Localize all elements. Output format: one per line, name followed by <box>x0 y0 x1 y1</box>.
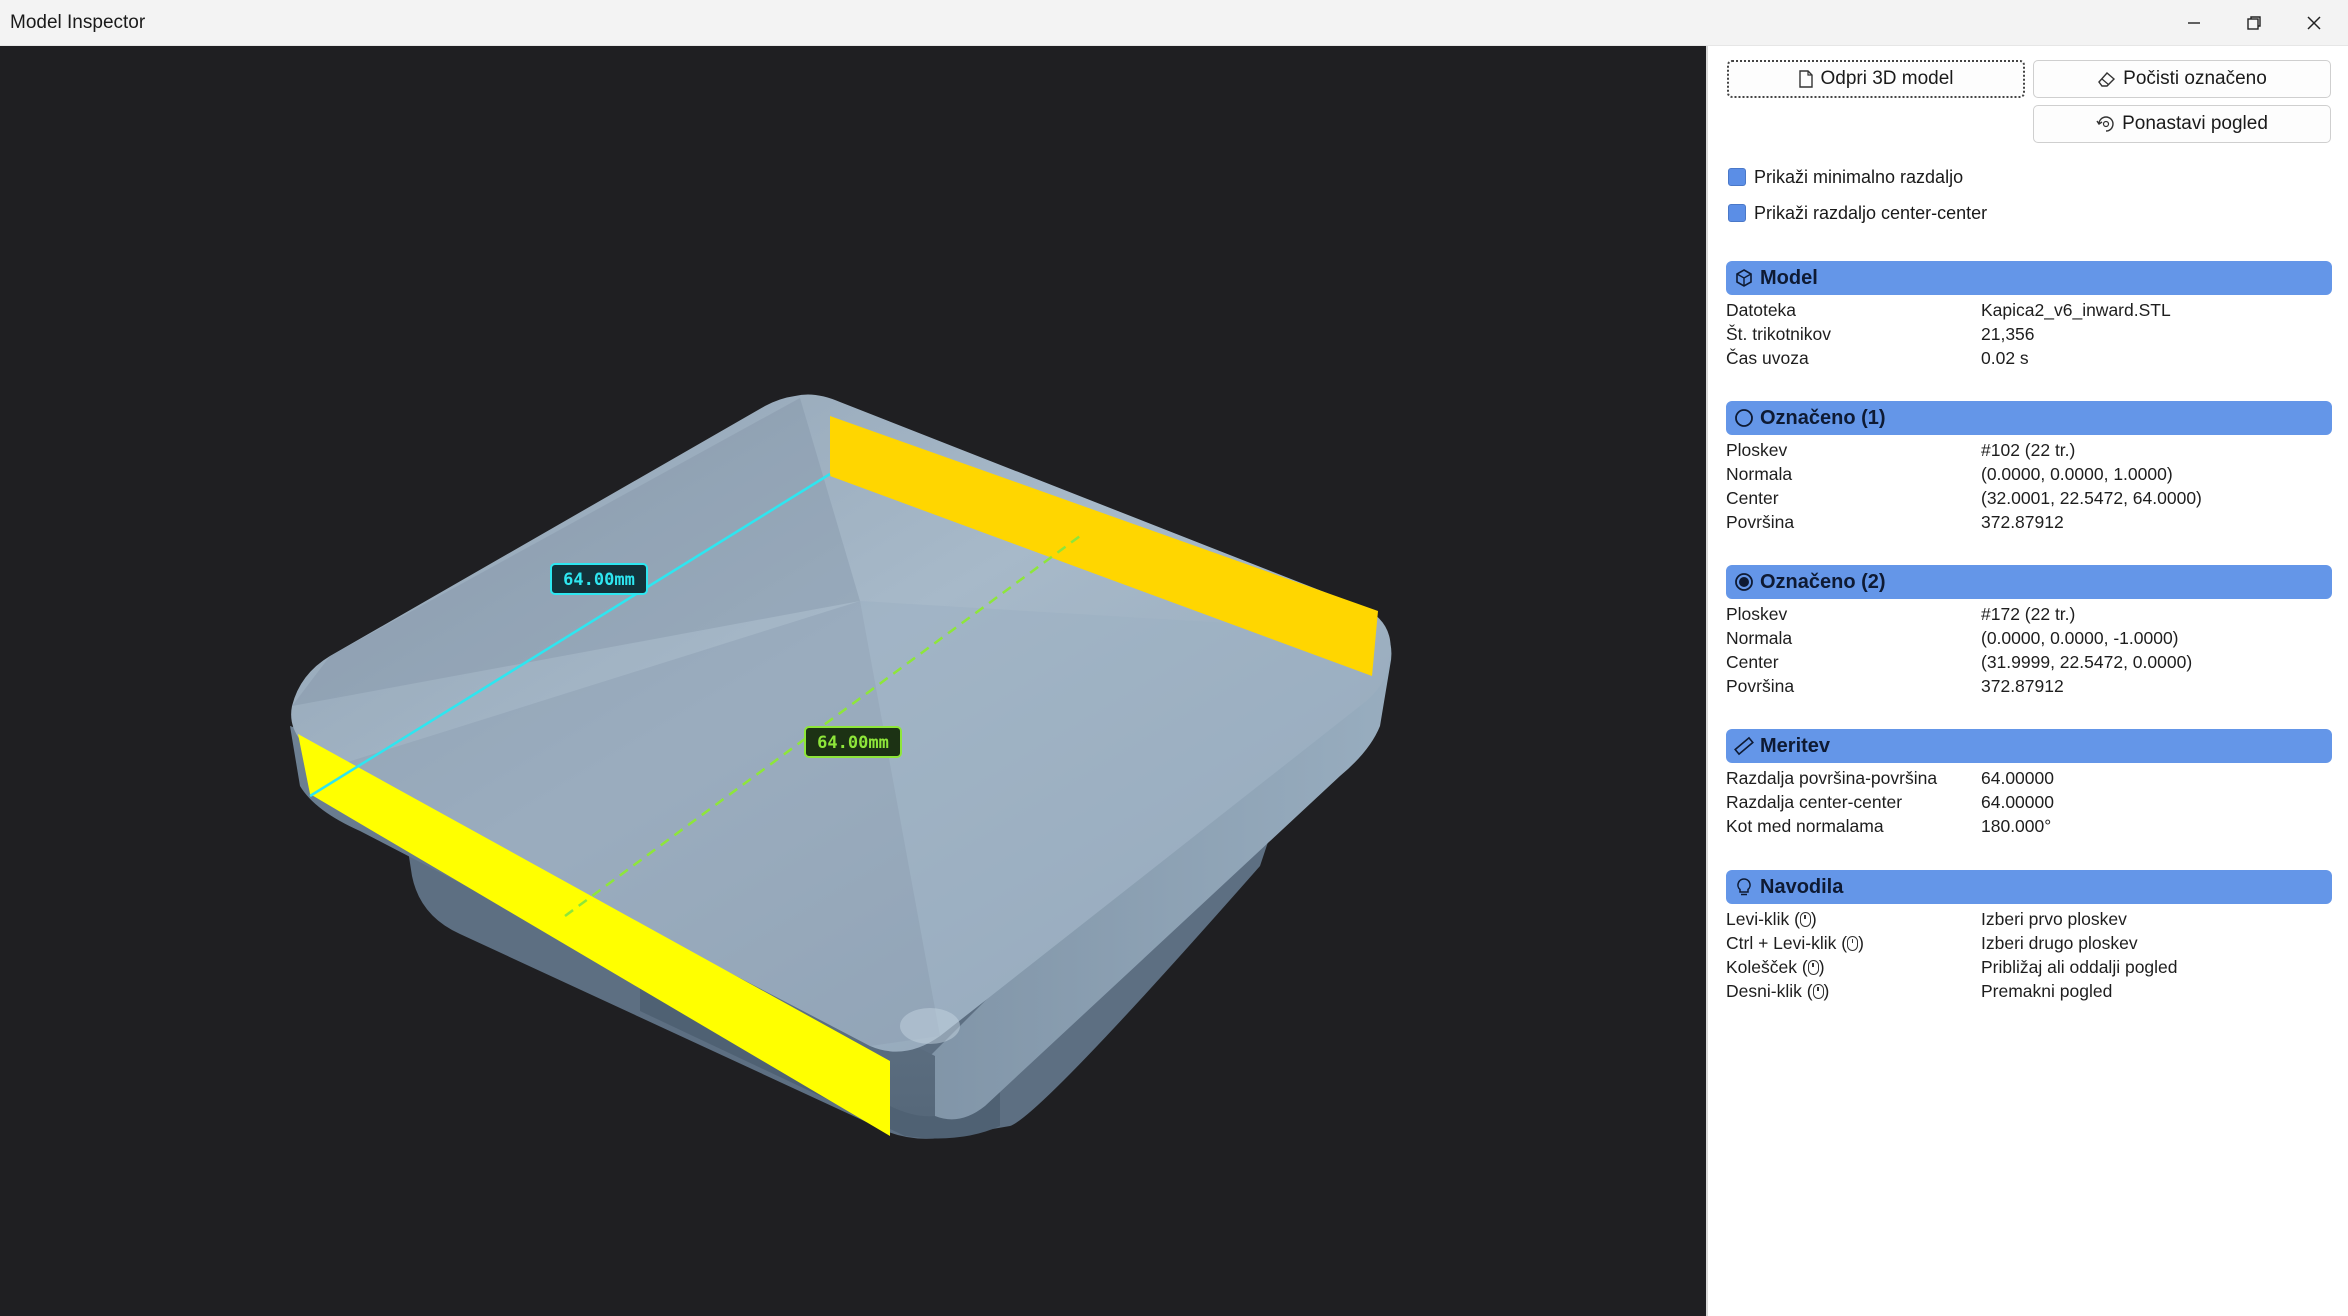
svg-text:64.00mm: 64.00mm <box>817 733 889 753</box>
lightbulb-icon <box>1737 878 1751 896</box>
selected2-row-area: Površina 372.87912 <box>1726 676 2064 696</box>
model-render[interactable]: 64.00mm 64.00mm <box>0 46 1706 1316</box>
mouse-icon <box>1807 960 1819 975</box>
minimize-button[interactable] <box>2164 0 2224 45</box>
help-section-header: Navodila <box>1726 870 2332 904</box>
clear-selection-button[interactable]: Počisti označeno <box>2033 60 2331 98</box>
center-distance-checkbox[interactable] <box>1728 204 1746 222</box>
min-distance-toggle[interactable]: Prikaži minimalno razdaljo <box>1728 164 1963 190</box>
eraser-icon <box>2098 72 2116 87</box>
help-row-left-click: Levi-klik () Izberi prvo ploskev <box>1726 909 2127 929</box>
surface-distance-label: 64.00mm <box>550 563 648 595</box>
circle-outline-icon <box>1735 409 1753 427</box>
min-distance-label: Prikaži minimalno razdaljo <box>1754 166 1964 187</box>
center-distance-toggle[interactable]: Prikaži razdaljo center-center <box>1728 200 1987 226</box>
reset-view-label: Ponastavi pogled <box>2122 113 2268 134</box>
minimize-icon <box>2188 21 2200 24</box>
cube-icon <box>1736 269 1752 287</box>
measure-row-angle: Kot med normalama 180.000° <box>1726 816 2052 836</box>
selected2-row-face: Ploskev #172 (22 tr.) <box>1726 604 2076 624</box>
model-row-file: Datoteka Kapica2_v6_inward.STL <box>1726 300 2171 320</box>
model-row-import-time: Čas uvoza 0.02 s <box>1726 348 2029 368</box>
title-bar: Model Inspector <box>0 0 2348 46</box>
selected1-row-face: Ploskev #102 (22 tr.) <box>1726 440 2076 460</box>
restore-button[interactable] <box>2224 0 2284 45</box>
camera-reset-icon <box>2096 116 2114 132</box>
clear-selection-label: Počisti označeno <box>2123 68 2267 89</box>
mouse-icon <box>1812 984 1824 999</box>
open-model-button[interactable]: Odpri 3D model <box>1727 60 2025 98</box>
measure-row-center: Razdalja center-center 64.00000 <box>1726 792 2054 812</box>
svg-text:64.00mm: 64.00mm <box>563 570 635 590</box>
selected2-row-center: Center (31.9999, 22.5472, 0.0000) <box>1726 652 2193 672</box>
measure-section-header: Meritev <box>1726 729 2332 763</box>
model-row-triangles: Št. trikotnikov 21,356 <box>1726 324 2035 344</box>
min-distance-checkbox[interactable] <box>1728 168 1746 186</box>
close-button[interactable] <box>2284 0 2344 45</box>
circle-filled-icon <box>1735 573 1753 591</box>
close-icon <box>2307 15 2321 30</box>
help-row-wheel: Kolešček () Približaj ali oddalji pogled <box>1726 957 2178 977</box>
mouse-icon <box>1847 936 1859 951</box>
selected2-row-normal: Normala (0.0000, 0.0000, -1.0000) <box>1726 628 2179 648</box>
file-icon <box>1799 70 1814 88</box>
reset-view-button[interactable]: Ponastavi pogled <box>2033 105 2331 143</box>
selected1-row-area: Površina 372.87912 <box>1726 512 2064 532</box>
window-title: Model Inspector <box>10 12 146 33</box>
model-section-header: Model <box>1726 261 2332 295</box>
selected2-section-header: Označeno (2) <box>1726 565 2332 599</box>
help-row-right-click: Desni-klik () Premakni pogled <box>1726 981 2113 1001</box>
help-row-ctrl-click: Ctrl + Levi-klik () Izberi drugo ploskev <box>1726 933 2138 953</box>
ruler-icon <box>1734 736 1754 756</box>
open-model-label: Odpri 3D model <box>1820 68 1954 89</box>
selected1-section-header: Označeno (1) <box>1726 401 2332 435</box>
restore-icon <box>2247 15 2261 30</box>
center-distance-label: 64.00mm <box>804 726 902 758</box>
selected1-row-normal: Normala (0.0000, 0.0000, 1.0000) <box>1726 464 2173 484</box>
selected1-row-center: Center (32.0001, 22.5472, 64.0000) <box>1726 488 2202 508</box>
measure-row-surface: Razdalja površina-površina 64.00000 <box>1726 768 2054 788</box>
mouse-icon <box>1799 912 1811 927</box>
center-distance-label: Prikaži razdaljo center-center <box>1754 202 1988 223</box>
3d-viewport[interactable]: 64.00mm 64.00mm <box>0 46 1708 1316</box>
